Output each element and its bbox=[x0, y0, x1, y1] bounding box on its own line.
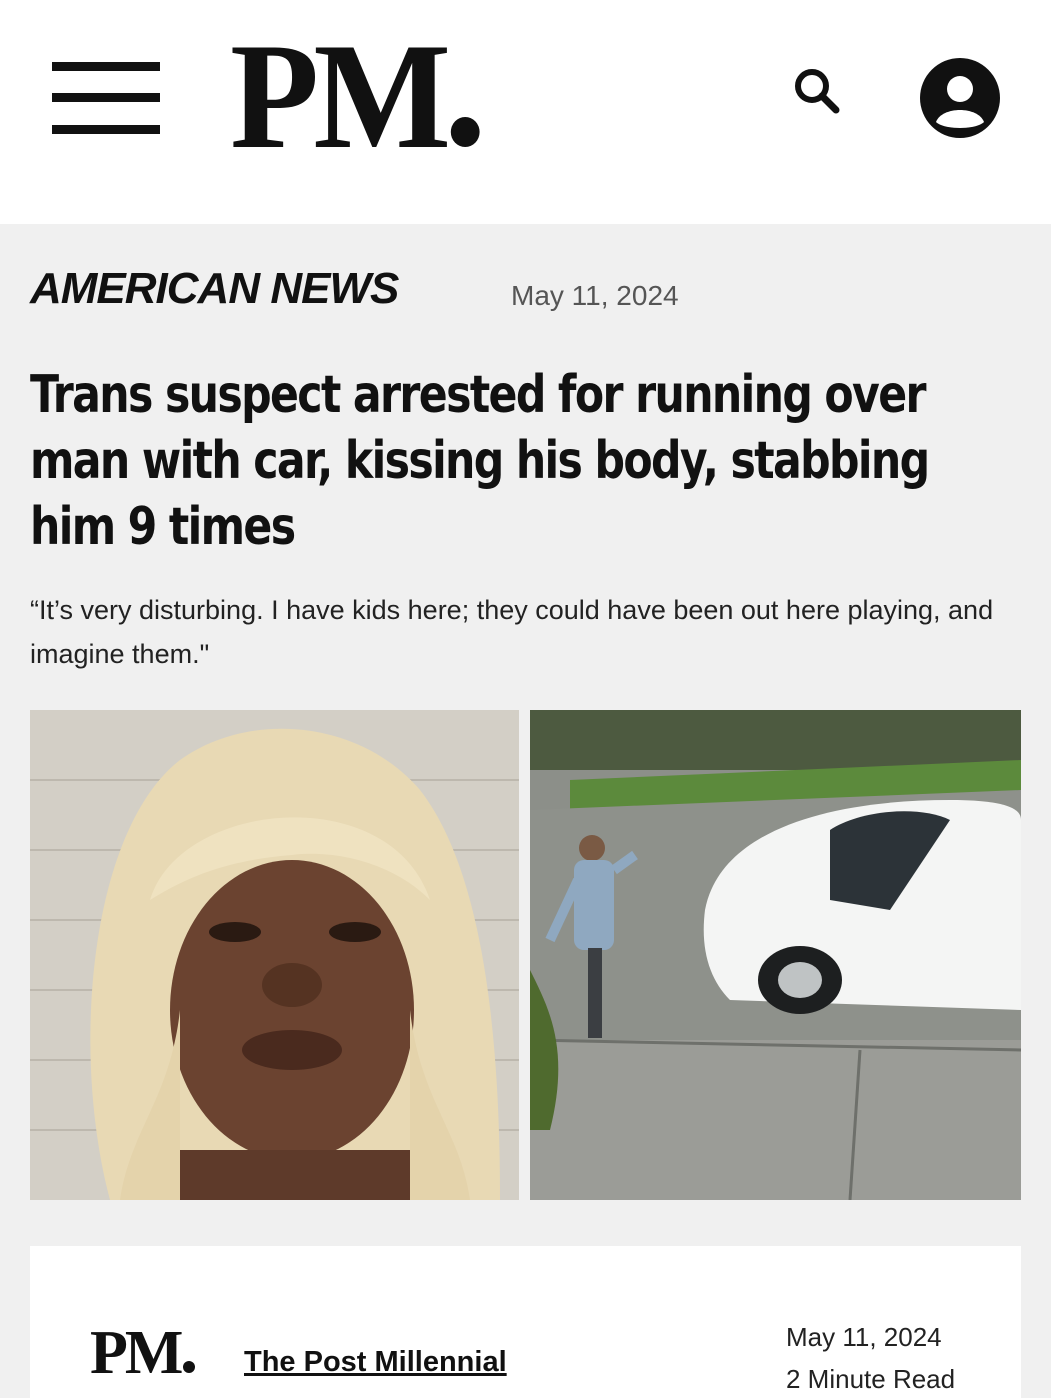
article-date: May 11, 2024 bbox=[511, 280, 679, 311]
source-logo-text: PM bbox=[90, 1319, 183, 1387]
hamburger-menu-icon[interactable] bbox=[52, 62, 160, 136]
section-label[interactable]: AMERICAN NEWS bbox=[30, 264, 399, 314]
source-logo-dot bbox=[183, 1361, 196, 1373]
source-card: PM The Post Millennial May 11, 2024 2 Mi… bbox=[30, 1246, 1021, 1398]
mugshot-photo bbox=[30, 710, 519, 1200]
site-header: PM bbox=[0, 0, 1051, 224]
site-logo-text: PM bbox=[230, 12, 451, 180]
source-name-link[interactable]: The Post Millennial bbox=[244, 1346, 507, 1379]
search-icon[interactable] bbox=[788, 62, 848, 122]
surveillance-photo bbox=[530, 710, 1021, 1200]
site-logo[interactable]: PM bbox=[230, 20, 480, 172]
article-dek: “It’s very disturbing. I have kids here;… bbox=[30, 595, 994, 669]
article-headline: Trans suspect arrested for running over … bbox=[30, 365, 930, 557]
source-card-date: May 11, 2024 bbox=[786, 1322, 942, 1352]
source-logo: PM bbox=[90, 1319, 196, 1387]
read-time: 2 Minute Read bbox=[786, 1364, 956, 1394]
account-icon[interactable] bbox=[918, 56, 1002, 140]
logo-dot bbox=[451, 117, 480, 147]
